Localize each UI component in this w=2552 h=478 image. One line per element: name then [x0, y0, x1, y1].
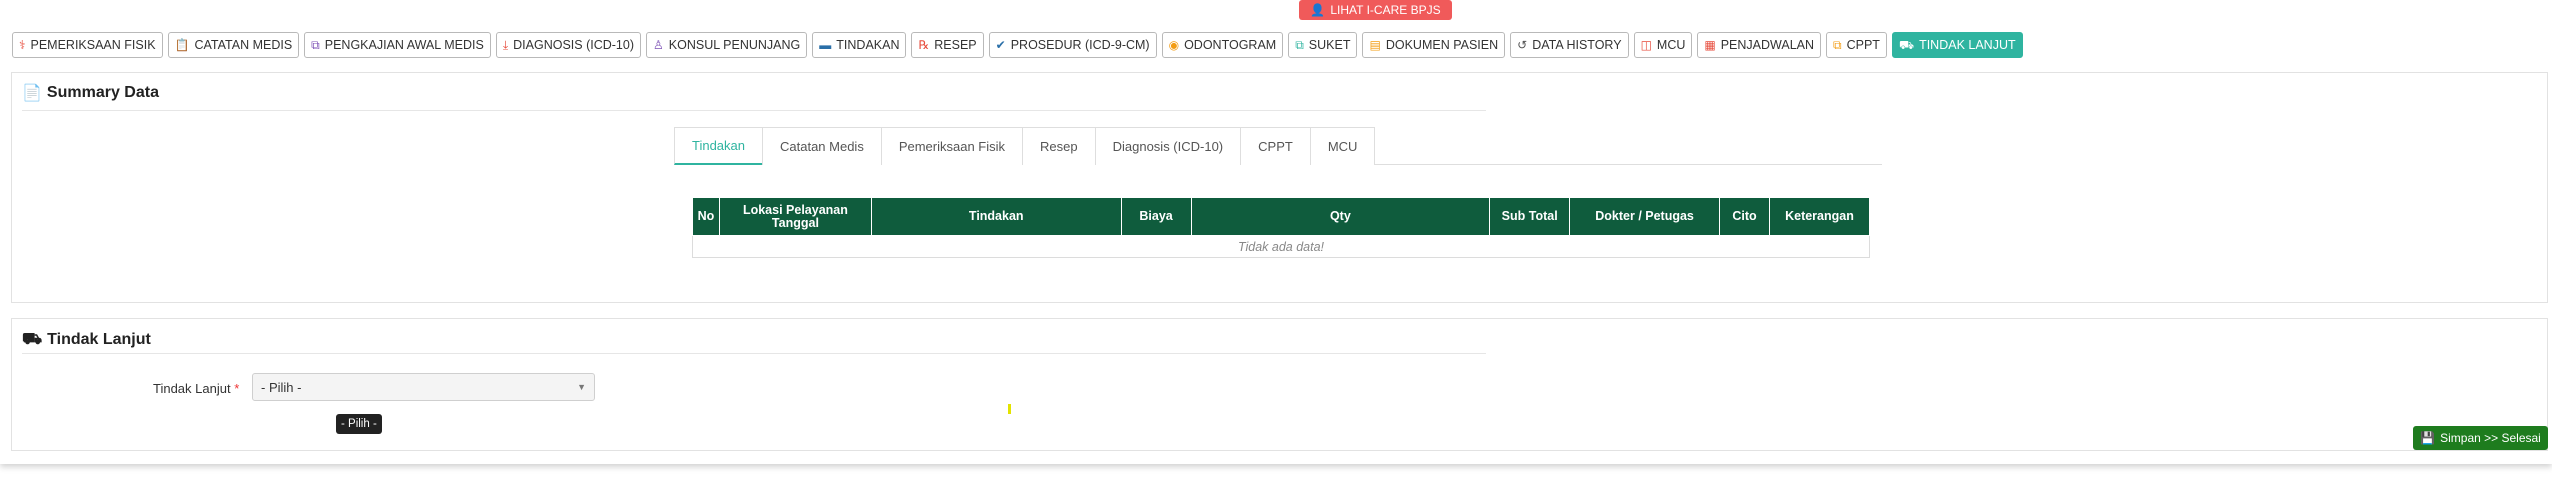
truck-icon: ⛟ [1898, 38, 1915, 52]
konsul-penunjang-label: KONSUL PENUNJANG [668, 38, 801, 52]
tindak-lanjut-select-value: - Pilih - [261, 379, 302, 395]
text-cursor-marker [1008, 404, 1011, 414]
cppt-label: CPPT [1846, 38, 1880, 52]
resep-label: RESEP [934, 38, 977, 52]
select-tooltip: - Pilih - [336, 414, 382, 434]
save-icon: 💾 [2420, 431, 2436, 445]
tindakan-button[interactable]: ▬ TINDAKAN [812, 32, 907, 58]
column-header-tindakan: Tindakan [870, 197, 1122, 236]
tab-catatan-medis[interactable]: Catatan Medis [762, 127, 882, 165]
pemeriksaan-fisik-label: PEMERIKSAAN FISIK [30, 38, 156, 52]
tindak-lanjut-label: TINDAK LANJUT [1919, 38, 2016, 52]
calendar-icon: ▦ [1704, 38, 1716, 52]
check-icon: ✔ [995, 38, 1006, 52]
tab-resep[interactable]: Resep [1022, 127, 1096, 165]
tindak-lanjut-button[interactable]: ⛟ TINDAK LANJUT [1891, 32, 2023, 58]
mcu-button[interactable]: ◫ MCU [1633, 32, 1693, 58]
action-toolbar: ⚕ PEMERIKSAAN FISIK 📋 CATATAN MEDIS ⧉ PENGK… [12, 32, 2023, 58]
copy-icon: ⧉ [1833, 38, 1842, 52]
summary-tabs: Tindakan Catatan Medis Pemeriksaan Fisik… [674, 127, 1882, 165]
penjadwalan-label: PENJADWALAN [1720, 38, 1815, 52]
tab-mcu[interactable]: MCU [1309, 127, 1376, 165]
history-icon: ↺ [1517, 38, 1528, 52]
tindak-lanjut-title: Tindak Lanjut [47, 331, 151, 348]
column-header-keterangan: Keterangan [1768, 197, 1871, 236]
prosedur-icd9cm-label: PROSEDUR (ICD-9-CM) [1010, 38, 1150, 52]
file-icon: 📄 [22, 85, 42, 102]
pengkajian-awal-medis-button[interactable]: ⧉ PENGKAJIAN AWAL MEDIS [304, 32, 491, 58]
catatan-medis-label: CATATAN MEDIS [194, 38, 293, 52]
tooth-icon: ◉ [1168, 38, 1180, 52]
dokumen-pasien-label: DOKUMEN PASIEN [1385, 38, 1499, 52]
tindak-lanjut-label-text: Tindak Lanjut [153, 381, 231, 396]
file-medical-icon: ◫ [1640, 38, 1652, 52]
column-header-biaya: Biaya [1120, 197, 1192, 236]
copy-icon: ⧉ [311, 38, 320, 52]
divider [22, 353, 1486, 354]
tab-diagnosis-icd10[interactable]: Diagnosis (ICD-10) [1094, 127, 1242, 165]
clipboard-icon: 📋 [174, 38, 190, 52]
simpan-selesai-label: Simpan >> Selesai [2440, 431, 2541, 445]
caret-down-icon: ▼ [577, 382, 586, 392]
data-history-label: DATA HISTORY [1532, 38, 1622, 52]
bed-icon: ▬ [819, 38, 832, 52]
simpan-selesai-button[interactable]: 💾 Simpan >> Selesai [2413, 426, 2548, 450]
download-icon: ⤓ [502, 38, 509, 52]
tab-tindakan[interactable]: Tindakan [674, 127, 763, 165]
lihat-icare-bpjs-label: LIHAT I-CARE BPJS [1330, 3, 1441, 17]
odontogram-label: ODONTOGRAM [1184, 38, 1277, 52]
document-icon: ▤ [1369, 38, 1381, 52]
tindak-lanjut-select[interactable]: - Pilih - ▼ [252, 373, 595, 401]
catatan-medis-button[interactable]: 📋 CATATAN MEDIS [167, 32, 300, 58]
penjadwalan-button[interactable]: ▦ PENJADWALAN [1697, 32, 1822, 58]
pemeriksaan-fisik-button[interactable]: ⚕ PEMERIKSAAN FISIK [12, 32, 163, 58]
required-mark: * [234, 381, 240, 396]
suket-button[interactable]: ⧉ SUKET [1288, 32, 1358, 58]
diagnosis-icd10-button[interactable]: ⤓ DIAGNOSIS (ICD-10) [495, 32, 641, 58]
konsul-penunjang-button[interactable]: ♙ KONSUL PENUNJANG [646, 32, 808, 58]
user-md-icon: ♙ [653, 38, 664, 52]
user-icon: 👤 [1310, 3, 1326, 17]
summary-data-title: Summary Data [46, 84, 159, 101]
truck-icon: ⛟ [22, 331, 43, 348]
tindakan-label: TINDAKAN [836, 38, 900, 52]
odontogram-button[interactable]: ◉ ODONTOGRAM [1161, 32, 1284, 58]
prosedur-icd9cm-button[interactable]: ✔ PROSEDUR (ICD-9-CM) [988, 32, 1157, 58]
table-row: Tidak ada data! [692, 235, 1870, 258]
resep-button[interactable]: ℞ RESEP [911, 32, 984, 58]
tindak-lanjut-panel: ⛟ Tindak Lanjut Tindak Lanjut * - Pilih … [11, 318, 2548, 451]
summary-data-heading: 📄 Summary Data [22, 83, 159, 103]
pengkajian-awal-medis-label: PENGKAJIAN AWAL MEDIS [324, 38, 484, 52]
column-header-cito: Cito [1719, 197, 1770, 236]
prescription-icon: ℞ [918, 38, 930, 52]
files-icon: ⧉ [1295, 38, 1304, 52]
column-header-lokasi: Lokasi Pelayanan Tanggal [718, 197, 872, 236]
cppt-button[interactable]: ⧉ CPPT [1826, 32, 1887, 58]
divider [22, 110, 1486, 111]
lihat-icare-bpjs-button[interactable]: 👤 LIHAT I-CARE BPJS [1299, 0, 1452, 20]
column-header-qty: Qty [1190, 197, 1491, 236]
summary-data-panel: 📄 Summary Data Tindakan Catatan Medis Pe… [11, 72, 2548, 303]
column-header-dokter: Dokter / Petugas [1569, 197, 1721, 236]
suket-label: SUKET [1308, 38, 1351, 52]
mcu-label: MCU [1656, 38, 1686, 52]
column-header-no: No [692, 197, 720, 236]
empty-table-message: Tidak ada data! [692, 235, 1870, 258]
table-header-row: No Lokasi Pelayanan Tanggal Tindakan Bia… [692, 197, 1871, 236]
diagnosis-icd10-label: DIAGNOSIS (ICD-10) [513, 38, 634, 52]
data-history-button[interactable]: ↺ DATA HISTORY [1510, 32, 1629, 58]
column-header-subtotal: Sub Total [1489, 197, 1571, 236]
tindak-lanjut-field-label: Tindak Lanjut * [153, 381, 239, 396]
dokumen-pasien-button[interactable]: ▤ DOKUMEN PASIEN [1362, 32, 1506, 58]
stethoscope-icon: ⚕ [19, 38, 26, 52]
tab-pemeriksaan-fisik[interactable]: Pemeriksaan Fisik [880, 127, 1024, 165]
tindak-lanjut-heading: ⛟ Tindak Lanjut [22, 330, 151, 350]
tindakan-table: No Lokasi Pelayanan Tanggal Tindakan Bia… [692, 197, 1871, 258]
tab-cppt[interactable]: CPPT [1240, 127, 1311, 165]
